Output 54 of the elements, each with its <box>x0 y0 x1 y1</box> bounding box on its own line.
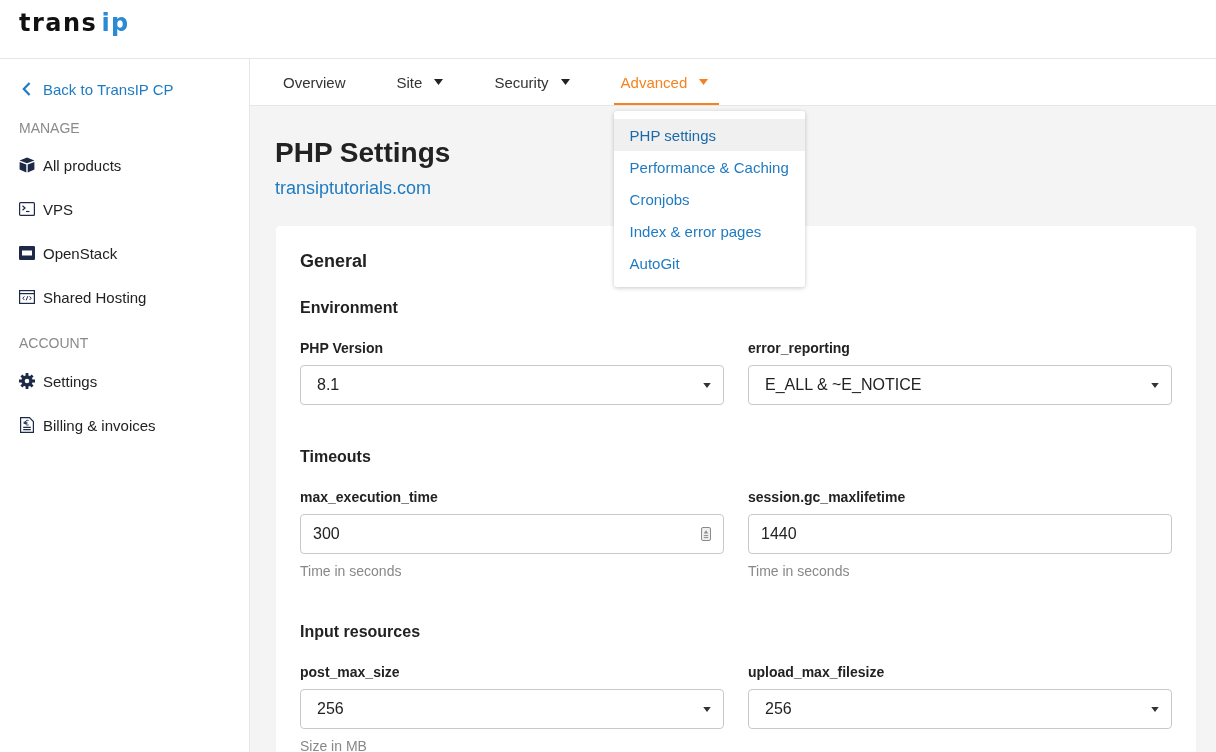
chevron-left-icon <box>22 82 31 96</box>
select-field[interactable]: 8.1 <box>300 365 724 405</box>
logo: trans ip <box>19 11 130 35</box>
section-label: MANAGE <box>19 119 80 138</box>
field-label: session.gc_maxlifetime <box>748 488 906 507</box>
field-label: max_execution_time <box>300 488 438 507</box>
field-label: post_max_size <box>300 663 400 682</box>
section-heading: Timeouts <box>300 447 371 467</box>
help-text: Time in seconds <box>300 562 402 580</box>
sidebar-item[interactable]: OpenStack <box>19 231 118 275</box>
help-text: Time in seconds <box>748 562 850 580</box>
nav-tab[interactable]: Overview <box>276 59 357 105</box>
section-heading: Environment <box>300 298 398 318</box>
caret-icon <box>434 79 444 85</box>
sidebar-item[interactable]: Settings <box>19 359 98 403</box>
section-heading: Input resources <box>300 622 421 642</box>
field-label: upload_max_filesize <box>748 663 885 682</box>
field-label: PHP Version <box>300 339 383 358</box>
settings-icon <box>19 373 35 389</box>
menu-item[interactable]: Cronjobs <box>613 183 805 215</box>
invoice-icon <box>20 417 34 433</box>
code-window-icon <box>19 290 35 304</box>
caret-icon <box>699 79 709 85</box>
nav-tab[interactable]: Site <box>389 59 455 105</box>
back-link[interactable]: Back to TransIP CP <box>19 67 174 111</box>
domain-link[interactable]: transiptutorials.com <box>275 176 432 200</box>
card-title: General <box>300 250 368 273</box>
stepper-icon <box>701 527 711 541</box>
menu-item[interactable]: AutoGit <box>613 247 805 279</box>
field-label: error_reporting <box>748 339 850 358</box>
caret-icon <box>703 706 711 712</box>
caret-icon <box>703 382 711 388</box>
help-text: Size in MB <box>300 737 367 752</box>
section-label: ACCOUNT <box>19 334 89 353</box>
frame-icon <box>19 246 35 260</box>
select-field[interactable]: 256 <box>748 689 1172 729</box>
page-title: PHP Settings <box>275 136 451 170</box>
sidebar-item[interactable]: Shared Hosting <box>19 275 147 319</box>
sidebar-item[interactable]: Billing & invoices <box>19 403 156 447</box>
nav-tab[interactable]: Security <box>487 59 581 105</box>
caret-icon <box>1151 706 1159 712</box>
sidebar-item[interactable]: All products <box>19 143 122 187</box>
input-field[interactable]: 1440 <box>748 514 1172 554</box>
caret-icon <box>1151 382 1159 388</box>
select-field[interactable]: 256 <box>300 689 724 729</box>
cube-icon <box>19 157 35 173</box>
caret-icon <box>560 79 570 85</box>
select-field[interactable]: E_ALL & ~E_NOTICE <box>748 365 1172 405</box>
menu-item[interactable]: Index & error pages <box>613 215 805 247</box>
menu-item[interactable]: PHP settings <box>613 119 805 151</box>
sidebar-item[interactable]: VPS <box>19 187 73 231</box>
terminal-icon <box>19 202 35 216</box>
input-field[interactable]: 300 <box>300 514 724 554</box>
menu-item[interactable]: Performance & Caching <box>613 151 805 183</box>
